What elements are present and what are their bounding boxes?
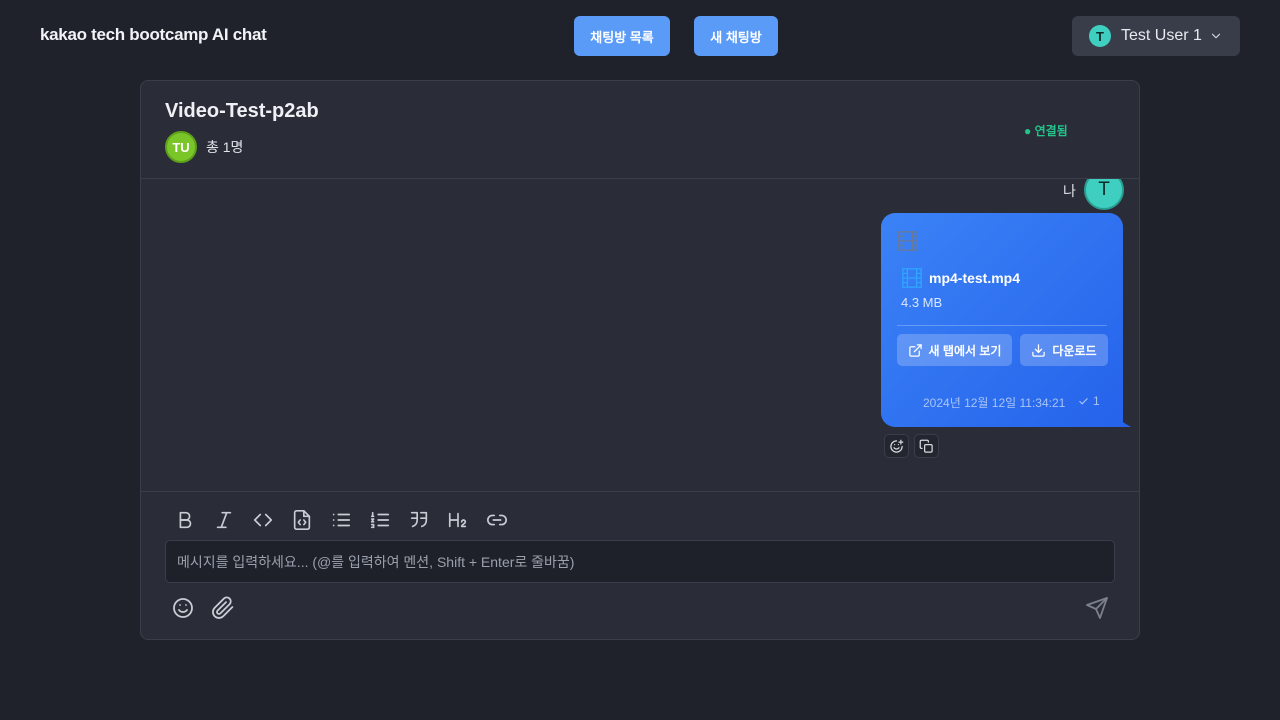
code-icon — [253, 513, 273, 527]
read-receipt: 1 — [1078, 394, 1100, 408]
user-avatar: T — [1089, 25, 1111, 47]
code-block-icon — [293, 510, 311, 530]
open-in-new-tab-label: 새 탭에서 보기 — [928, 343, 1002, 358]
new-chat-button[interactable]: 새 채팅방 — [694, 16, 778, 56]
bold-button[interactable] — [173, 508, 197, 532]
bullet-list-icon — [332, 513, 351, 527]
app-logo[interactable]: kakao tech bootcamp AI chat — [40, 25, 267, 45]
inline-code-button[interactable] — [251, 508, 275, 532]
chat-room-panel: Video-Test-p2ab TU 총 1명 ● 연결됨 나 T mp4-te… — [140, 80, 1140, 640]
bubble-divider — [897, 325, 1107, 326]
film-icon — [902, 268, 922, 288]
sender-avatar: T — [1084, 179, 1124, 210]
member-avatar[interactable]: TU — [165, 131, 197, 163]
copy-icon — [919, 439, 933, 453]
member-summary: TU 총 1명 — [165, 131, 243, 163]
film-icon — [898, 231, 918, 251]
external-link-icon — [908, 343, 922, 357]
download-label: 다운로드 — [1052, 343, 1097, 358]
attach-file-button[interactable] — [210, 595, 236, 621]
numbered-list-button[interactable] — [368, 508, 392, 532]
room-title: Video-Test-p2ab — [165, 100, 319, 122]
italic-button[interactable] — [212, 508, 236, 532]
user-menu[interactable]: T Test User 1 — [1072, 16, 1240, 56]
download-button[interactable]: 다운로드 — [1020, 334, 1108, 366]
composer-divider — [141, 491, 1139, 492]
bold-icon — [179, 511, 192, 529]
file-size: 4.3 MB — [901, 295, 943, 310]
message-timestamp: 2024년 12월 12일 11:34:21 — [923, 396, 1066, 410]
sender-label: 나 — [1063, 183, 1076, 199]
member-count: 총 1명 — [206, 139, 244, 155]
paperclip-icon — [212, 596, 234, 619]
connection-status: ● 연결됨 — [1024, 124, 1068, 138]
smile-icon — [173, 598, 193, 618]
link-icon — [487, 514, 507, 526]
bullet-list-button[interactable] — [329, 508, 353, 532]
copy-message-button[interactable] — [914, 434, 939, 458]
check-icon — [1079, 397, 1088, 404]
read-count: 1 — [1093, 394, 1100, 408]
code-block-button[interactable] — [290, 508, 314, 532]
quote-button[interactable] — [407, 508, 431, 532]
message-list[interactable]: 나 T mp4-test.mp4 4.3 MB 새 탭에서 보기 다운로드 20… — [141, 179, 1139, 491]
file-info: mp4-test.mp4 — [901, 267, 1020, 289]
chevron-down-icon — [1211, 33, 1221, 39]
italic-icon — [216, 511, 232, 529]
formatting-toolbar — [173, 508, 524, 532]
file-name: mp4-test.mp4 — [929, 270, 1021, 286]
emoji-picker-button[interactable] — [170, 595, 196, 621]
chat-list-button[interactable]: 채팅방 목록 — [574, 16, 670, 56]
download-icon — [1032, 343, 1046, 357]
quote-icon — [410, 511, 428, 528]
send-icon — [1086, 597, 1108, 619]
heading-button[interactable] — [446, 508, 470, 532]
emoji-add-icon — [890, 439, 904, 453]
message-input[interactable] — [165, 540, 1115, 583]
link-button[interactable] — [485, 508, 509, 532]
heading-icon — [448, 512, 467, 528]
numbered-list-icon — [370, 511, 390, 529]
send-button[interactable] — [1084, 595, 1110, 621]
add-reaction-button[interactable] — [884, 434, 909, 458]
file-message-bubble: mp4-test.mp4 4.3 MB 새 탭에서 보기 다운로드 2024년 … — [881, 213, 1123, 427]
open-in-new-tab-button[interactable]: 새 탭에서 보기 — [897, 334, 1012, 366]
user-name: Test User 1 — [1121, 27, 1202, 44]
